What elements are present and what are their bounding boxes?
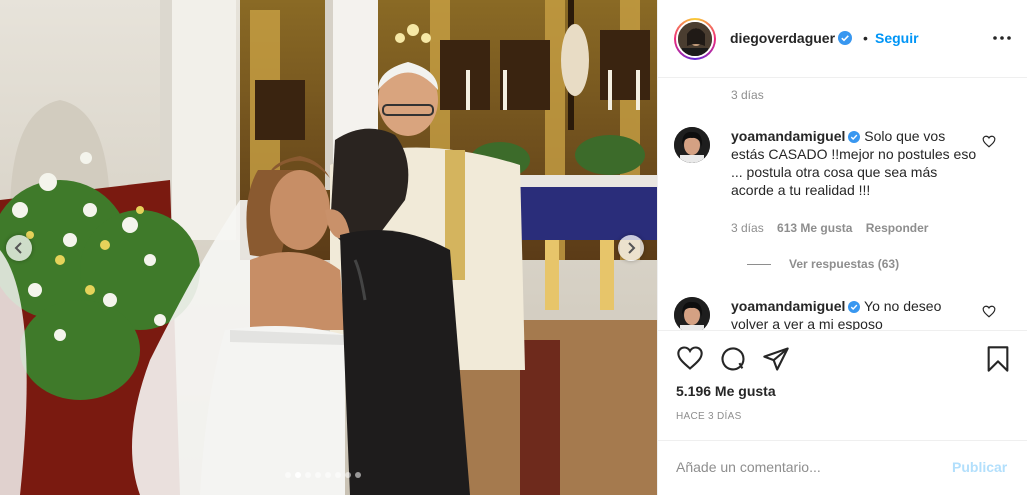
next-slide-button[interactable] [618, 235, 644, 261]
comment-meta: 3 días 613 Me gusta Responder [731, 221, 938, 235]
carousel-dot [315, 472, 321, 478]
post-photo [0, 0, 657, 495]
comment-body: yoamandamiguel Yo no deseo volver a ver … [731, 297, 979, 330]
more-options-button[interactable] [990, 28, 1014, 48]
carousel-dot [305, 472, 311, 478]
view-replies-label[interactable]: Ver respuestas (63) [789, 257, 899, 271]
chevron-left-icon [14, 242, 22, 254]
view-replies-button[interactable]: Ver respuestas (63) [731, 257, 899, 271]
comment-input[interactable]: Añade un comentario... [676, 459, 821, 475]
publish-button[interactable]: Publicar [952, 459, 1007, 475]
avatar-photo [674, 127, 710, 163]
chevron-right-icon [628, 242, 636, 254]
verified-badge-icon [838, 31, 853, 45]
previous-slide-button[interactable] [6, 235, 32, 261]
commenter-avatar[interactable] [674, 297, 710, 330]
post-actions: 5.196 Me gusta HACE 3 DÍAS [658, 330, 1027, 440]
caption-timestamp[interactable]: 3 días [731, 88, 764, 102]
comment-like-heart-icon[interactable] [982, 135, 996, 148]
heart-icon[interactable] [676, 345, 704, 371]
author-username[interactable]: diegoverdaguer [730, 30, 853, 46]
ellipsis-icon [993, 36, 1011, 40]
commenter-avatar[interactable] [674, 127, 710, 163]
bookmark-icon[interactable] [985, 345, 1011, 373]
carousel-indicator [285, 472, 361, 478]
carousel-dot [335, 472, 341, 478]
reply-button[interactable]: Responder [866, 221, 929, 235]
carousel-dot [295, 472, 301, 478]
comments-list[interactable]: 3 días yoamandamiguel Solo que vos estás… [658, 79, 1027, 330]
comment-body: yoamandamiguel Solo que vos estás CASADO… [731, 127, 979, 199]
post-timestamp[interactable]: HACE 3 DÍAS [676, 411, 742, 422]
carousel-dot [285, 472, 291, 478]
carousel-dot [325, 472, 331, 478]
follow-button[interactable]: Seguir [875, 30, 919, 46]
comment-time[interactable]: 3 días [731, 221, 764, 235]
avatar-photo [674, 297, 710, 330]
carousel-dot [345, 472, 351, 478]
verified-badge-icon [848, 131, 861, 143]
post-header: diegoverdaguer • Seguir [658, 0, 1027, 78]
comment-icon[interactable] [719, 345, 747, 373]
post-side-panel: diegoverdaguer • Seguir 3 días yoamandam… [657, 0, 1027, 495]
carousel-dot [355, 472, 361, 478]
comment-likes[interactable]: 613 Me gusta [777, 221, 852, 235]
commenter-username[interactable]: yoamandamiguel [731, 128, 845, 144]
wedding-photo [0, 0, 657, 495]
verified-badge-icon [848, 301, 861, 313]
author-username-text[interactable]: diegoverdaguer [730, 30, 835, 46]
comment-composer: Añade un comentario... Publicar [658, 440, 1027, 495]
avatar-photo [678, 22, 712, 56]
commenter-username[interactable]: yoamandamiguel [731, 298, 845, 314]
author-avatar[interactable] [674, 18, 716, 60]
likes-count[interactable]: 5.196 Me gusta [676, 383, 776, 399]
paper-plane-icon[interactable] [762, 345, 790, 373]
comment-like-heart-icon[interactable] [982, 305, 996, 318]
header-separator: • [863, 30, 868, 46]
replies-divider [747, 263, 771, 265]
